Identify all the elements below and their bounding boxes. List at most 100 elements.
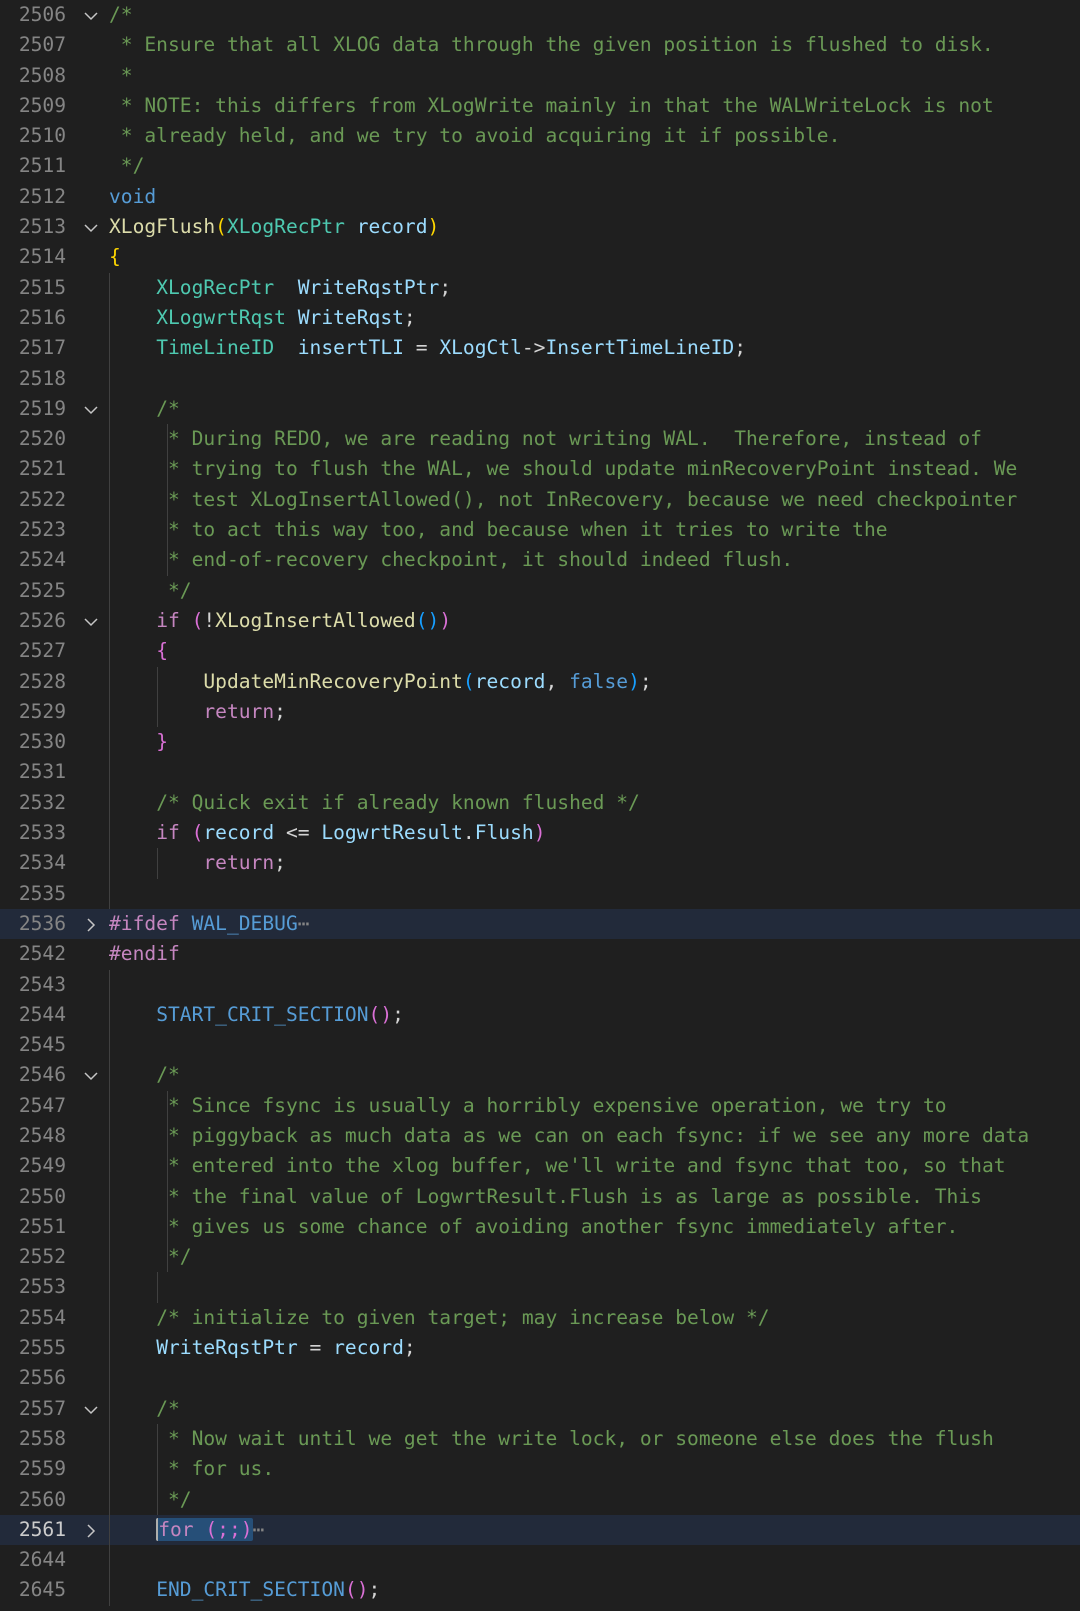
code-line[interactable]: 2559 * for us. bbox=[0, 1454, 1080, 1485]
fold-collapsed-chevron-icon[interactable] bbox=[80, 909, 102, 939]
code-line[interactable]: 2542 #endif bbox=[0, 939, 1080, 969]
code-token: #ifdef bbox=[109, 911, 180, 935]
code-line[interactable]: 2509 * NOTE: this differs from XLogWrite… bbox=[0, 91, 1080, 121]
code-text: } bbox=[109, 727, 168, 757]
code-line[interactable]: 2645 END_CRIT_SECTION(); bbox=[0, 1575, 1080, 1606]
code-line[interactable]: 2527 { bbox=[0, 636, 1080, 667]
code-line[interactable]: 2514 { bbox=[0, 242, 1080, 272]
code-line[interactable]: 2554 /* initialize to given target; may … bbox=[0, 1302, 1080, 1334]
code-line[interactable]: 2548 * piggyback as much data as we can … bbox=[0, 1120, 1080, 1152]
code-line[interactable]: 2528 UpdateMinRecoveryPoint(record, fals… bbox=[0, 666, 1080, 697]
fold-expanded-chevron-icon[interactable] bbox=[80, 394, 102, 424]
code-token: void bbox=[109, 184, 157, 208]
line-number: 2556 bbox=[18, 1366, 66, 1390]
code-token: /* bbox=[109, 3, 133, 26]
code-token: /* Quick exit if already known flushed *… bbox=[156, 790, 640, 814]
code-line[interactable]: 2525 */ bbox=[0, 575, 1080, 606]
code-line[interactable]: 2522 * test XLogInsertAllowed(), not InR… bbox=[0, 484, 1080, 516]
code-editor[interactable]: 2506 /* 2507 * Ensure that all XLOG data t… bbox=[0, 0, 1080, 1611]
code-text: END_CRIT_SECTION(); bbox=[109, 1575, 380, 1605]
code-text: XLogRecPtr WriteRqstPtr; bbox=[109, 273, 451, 303]
code-line[interactable]: 2524 * end-of-recovery checkpoint, it sh… bbox=[0, 545, 1080, 576]
code-token: () bbox=[368, 1002, 393, 1026]
code-line[interactable]: 2520 * During REDO, we are reading not w… bbox=[0, 424, 1080, 455]
code-line[interactable]: 2515 XLogRecPtr WriteRqstPtr; bbox=[0, 272, 1080, 303]
line-number: 2546 bbox=[18, 1063, 66, 1087]
code-line[interactable]: 2526 if (!XLogInsertAllowed()) bbox=[0, 605, 1080, 637]
code-text: * the final value of LogwrtResult.Flush … bbox=[109, 1182, 982, 1212]
code-line[interactable]: 2510 * already held, and we try to avoid… bbox=[0, 121, 1080, 151]
code-line[interactable]: 2545 bbox=[0, 1030, 1080, 1061]
code-line[interactable]: 2550 * the final value of LogwrtResult.F… bbox=[0, 1181, 1080, 1212]
code-line[interactable]: 2529 return; bbox=[0, 696, 1080, 728]
code-line[interactable]: 2561 for (;;)⋯ bbox=[0, 1514, 1080, 1546]
code-token: return bbox=[203, 699, 275, 723]
fold-expanded-chevron-icon[interactable] bbox=[80, 1394, 102, 1424]
code-line[interactable]: 2547 * Since fsync is usually a horribly… bbox=[0, 1090, 1080, 1121]
code-token: ; bbox=[368, 1578, 381, 1602]
fold-expanded-chevron-icon[interactable] bbox=[80, 606, 102, 636]
code-line[interactable]: 2534 return; bbox=[0, 848, 1080, 879]
code-line[interactable]: 2546 /* bbox=[0, 1060, 1080, 1091]
code-token: * NOTE: this differs from XLogWrite main… bbox=[109, 93, 994, 117]
line-number: 2557 bbox=[18, 1396, 66, 1420]
code-line[interactable]: 2531 bbox=[0, 757, 1080, 788]
code-line[interactable]: 2555 WriteRqstPtr = record; bbox=[0, 1333, 1080, 1364]
code-line[interactable]: 2513 XLogFlush(XLogRecPtr record) bbox=[0, 212, 1080, 242]
code-text: * gives us some chance of avoiding anoth… bbox=[109, 1212, 958, 1242]
code-text: /* bbox=[109, 1394, 180, 1424]
indent-guide bbox=[157, 1272, 158, 1303]
code-token: ) bbox=[628, 669, 640, 693]
fold-collapsed-chevron-icon[interactable] bbox=[80, 1515, 102, 1545]
code-line[interactable]: 2519 /* bbox=[0, 393, 1080, 425]
code-line[interactable]: 2558 * Now wait until we get the write l… bbox=[0, 1423, 1080, 1455]
code-line[interactable]: 2506 /* bbox=[0, 0, 1080, 30]
code-line[interactable]: 2507 * Ensure that all XLOG data through… bbox=[0, 30, 1080, 60]
code-line[interactable]: 2553 bbox=[0, 1272, 1080, 1303]
code-line[interactable]: 2536 #ifdef WAL_DEBUG⋯ bbox=[0, 908, 1080, 940]
code-token: record bbox=[333, 1336, 404, 1360]
code-line[interactable]: 2532 /* Quick exit if already known flus… bbox=[0, 787, 1080, 819]
code-token: * Now wait until we get the write lock, … bbox=[156, 1426, 994, 1450]
code-token: for bbox=[158, 1517, 194, 1541]
code-token: * Since fsync is usually a horribly expe… bbox=[156, 1093, 947, 1117]
code-line[interactable]: 2511 */ bbox=[0, 151, 1080, 181]
code-text: return; bbox=[109, 848, 286, 878]
code-line[interactable]: 2512 void bbox=[0, 182, 1080, 212]
code-line[interactable]: 2533 if (record <= LogwrtResult.Flush) bbox=[0, 818, 1080, 849]
text-selection: for (;;) bbox=[156, 1517, 253, 1541]
code-token: ; bbox=[274, 699, 286, 723]
code-line[interactable]: 2517 TimeLineID insertTLI = XLogCtl->Ins… bbox=[0, 333, 1080, 364]
code-text: * bbox=[109, 61, 133, 91]
line-number: 2550 bbox=[18, 1184, 66, 1208]
code-line[interactable]: 2535 bbox=[0, 878, 1080, 909]
code-line[interactable]: 2523 * to act this way too, and because … bbox=[0, 515, 1080, 546]
code-line[interactable]: 2516 XLogwrtRqst WriteRqst; bbox=[0, 302, 1080, 334]
code-line[interactable]: 2518 bbox=[0, 363, 1080, 394]
fold-expanded-chevron-icon[interactable] bbox=[80, 0, 102, 30]
code-line[interactable]: 2556 bbox=[0, 1363, 1080, 1394]
code-text: * to act this way too, and because when … bbox=[109, 515, 888, 545]
code-line[interactable]: 2551 * gives us some chance of avoiding … bbox=[0, 1211, 1080, 1243]
line-number: 2545 bbox=[18, 1033, 66, 1057]
code-text: /* bbox=[109, 1060, 180, 1090]
code-line[interactable]: 2521 * trying to flush the WAL, we shoul… bbox=[0, 454, 1080, 485]
code-line[interactable]: 2560 */ bbox=[0, 1484, 1080, 1515]
code-line[interactable]: 2552 */ bbox=[0, 1242, 1080, 1273]
code-token: Flush bbox=[474, 821, 534, 845]
fold-expanded-chevron-icon[interactable] bbox=[80, 212, 102, 242]
folded-ellipsis-icon[interactable]: ⋯ bbox=[298, 912, 310, 935]
indent-guide bbox=[109, 969, 110, 1000]
code-line[interactable]: 2644 bbox=[0, 1545, 1080, 1576]
code-line[interactable]: 2530 } bbox=[0, 727, 1080, 758]
code-line[interactable]: 2544 START_CRIT_SECTION(); bbox=[0, 999, 1080, 1031]
folded-ellipsis-icon[interactable]: ⋯ bbox=[253, 1518, 265, 1541]
code-line[interactable]: 2549 * entered into the xlog buffer, we'… bbox=[0, 1151, 1080, 1182]
line-number: 2516 bbox=[18, 305, 66, 329]
code-line[interactable]: 2557 /* bbox=[0, 1393, 1080, 1424]
code-line[interactable]: 2508 * bbox=[0, 61, 1080, 91]
code-line[interactable]: 2543 bbox=[0, 969, 1080, 1000]
fold-expanded-chevron-icon[interactable] bbox=[80, 1060, 102, 1090]
